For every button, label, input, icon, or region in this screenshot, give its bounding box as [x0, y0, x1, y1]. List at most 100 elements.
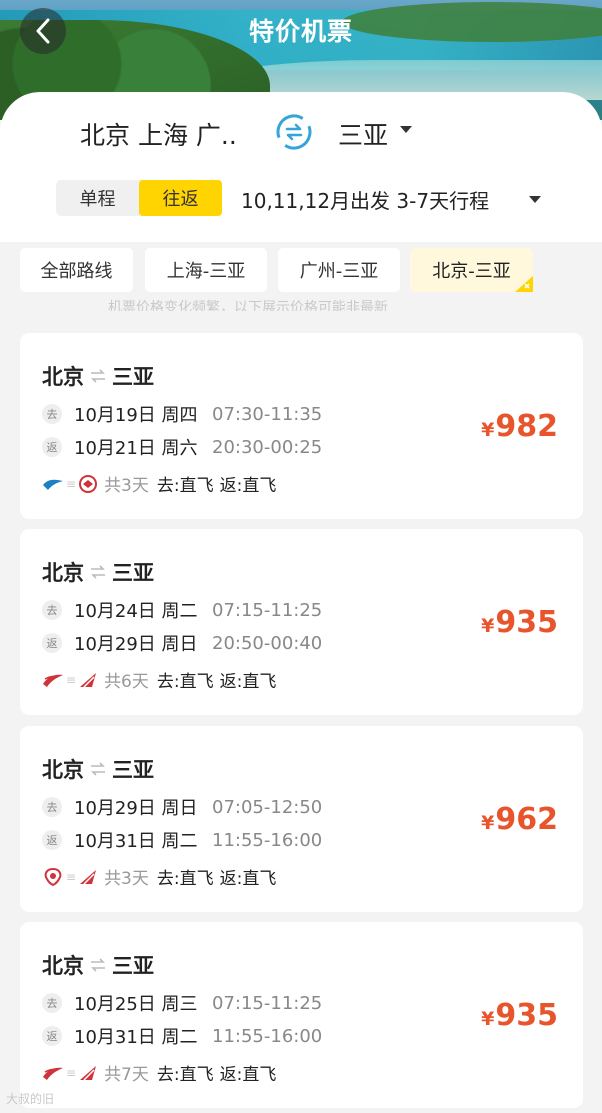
currency-symbol: ¥ — [481, 812, 495, 834]
price: ¥935 — [481, 998, 558, 1033]
departure-cities[interactable]: 北京 上海 广.. — [80, 116, 237, 152]
outbound-tag: 去 — [42, 993, 62, 1013]
outbound-type: 去:直飞 — [156, 1065, 214, 1085]
route-from: 北京 — [42, 561, 84, 585]
airline-info: ≡ 共7天 去:直飞 返:直飞 — [42, 1060, 276, 1085]
hainan-airlines-icon — [44, 867, 62, 886]
return-time: 11:55-16:00 — [212, 1025, 323, 1047]
one-way-option[interactable]: 单程 — [56, 180, 139, 216]
xiamen-airlines-icon — [43, 479, 63, 490]
outbound-type: 去:直飞 — [156, 672, 214, 692]
airline-logos: ≡ — [42, 474, 98, 494]
flight-card[interactable]: 北京 三亚 去 10月29日 周日 07:05-12:50 返 10月31日 周… — [20, 726, 583, 912]
separator-icon: ≡ — [66, 1065, 77, 1080]
trip-days: 共6天 — [104, 672, 149, 692]
airline-logos: ≡ — [42, 1064, 98, 1082]
airline-info: ≡ 共3天 去:直飞 返:直飞 — [42, 864, 276, 889]
return-type: 返:直飞 — [219, 672, 277, 692]
return-type: 返:直飞 — [219, 869, 277, 889]
watermark: 大叔的旧 — [6, 1092, 55, 1106]
round-trip-arrows-icon — [91, 565, 105, 579]
tab-all-routes[interactable]: 全部路线 — [20, 248, 133, 292]
trip-days: 共3天 — [104, 869, 149, 889]
airline-info: ≡ 共6天 去:直飞 返:直飞 — [42, 667, 276, 692]
outbound-date: 10月25日 周三 — [74, 994, 198, 1015]
price-value: 935 — [495, 605, 558, 640]
return-date: 10月31日 周二 — [74, 831, 198, 852]
tab-beijing-sanya[interactable]: 北京-三亚 — [410, 248, 533, 292]
price: ¥935 — [481, 605, 558, 640]
outbound-time: 07:05-12:50 — [212, 796, 323, 818]
shenzhen-airlines-icon — [80, 672, 97, 688]
return-date: 10月29日 周日 — [74, 634, 198, 655]
round-trip-option[interactable]: 往返 — [139, 180, 222, 216]
return-leg: 返 10月21日 周六 20:30-00:25 — [42, 434, 322, 460]
page-title: 特价机票 — [248, 17, 353, 46]
return-time: 11:55-16:00 — [212, 829, 323, 851]
outbound-date: 10月29日 周日 — [74, 798, 198, 819]
currency-symbol: ¥ — [481, 615, 495, 637]
round-trip-arrows-icon — [91, 369, 105, 383]
route-to: 三亚 — [112, 758, 154, 782]
outbound-type: 去:直飞 — [156, 476, 214, 496]
trip-type-toggle: 单程 往返 — [56, 180, 222, 216]
return-tag: 返 — [42, 633, 62, 653]
caret-down-icon[interactable] — [529, 196, 541, 204]
outbound-time: 07:30-11:35 — [212, 403, 323, 425]
route-from: 北京 — [42, 758, 84, 782]
caret-down-icon[interactable] — [400, 126, 412, 134]
route-from: 北京 — [42, 365, 84, 389]
outbound-type: 去:直飞 — [156, 869, 214, 889]
price-value: 982 — [495, 409, 558, 444]
flight-card[interactable]: 北京 三亚 去 10月24日 周二 07:15-11:25 返 10月29日 周… — [20, 529, 583, 715]
swap-icon[interactable] — [274, 112, 314, 152]
outbound-leg: 去 10月25日 周三 07:15-11:25 — [42, 990, 322, 1016]
return-date: 10月21日 周六 — [74, 438, 198, 459]
separator-icon: ≡ — [66, 672, 77, 687]
price-value: 962 — [495, 802, 558, 837]
card-route: 北京 三亚 — [42, 361, 154, 391]
route-to: 三亚 — [112, 561, 154, 585]
airline-logos: ≡ — [42, 671, 98, 689]
card-route: 北京 三亚 — [42, 754, 154, 784]
outbound-leg: 去 10月24日 周二 07:15-11:25 — [42, 597, 322, 623]
price: ¥962 — [481, 802, 558, 837]
return-tag: 返 — [42, 830, 62, 850]
outbound-tag: 去 — [42, 797, 62, 817]
return-type: 返:直飞 — [219, 476, 277, 496]
outbound-tag: 去 — [42, 404, 62, 424]
tab-label: 北京-三亚 — [432, 261, 511, 282]
card-route: 北京 三亚 — [42, 950, 154, 980]
shenzhen-airlines-icon — [80, 869, 97, 885]
card-route: 北京 三亚 — [42, 557, 154, 587]
trip-days: 共3天 — [104, 476, 149, 496]
return-leg: 返 10月31日 周二 11:55-16:00 — [42, 1023, 322, 1049]
outbound-tag: 去 — [42, 600, 62, 620]
outbound-leg: 去 10月29日 周日 07:05-12:50 — [42, 794, 322, 820]
trip-days: 共7天 — [104, 1065, 149, 1085]
outbound-date: 10月24日 周二 — [74, 601, 198, 622]
arrival-city[interactable]: 三亚 — [338, 116, 388, 152]
tab-guangzhou-sanya[interactable]: 广州-三亚 — [278, 248, 400, 292]
tab-shanghai-sanya[interactable]: 上海-三亚 — [145, 248, 267, 292]
selected-corner-icon — [515, 276, 533, 292]
outbound-time: 07:15-11:25 — [212, 599, 323, 621]
airline-logos: ≡ — [42, 867, 98, 887]
route-from: 北京 — [42, 954, 84, 978]
round-trip-arrows-icon — [91, 762, 105, 776]
flight-card[interactable]: 北京 三亚 去 10月25日 周三 07:15-11:25 返 10月31日 周… — [20, 922, 583, 1108]
date-filter[interactable]: 10,11,12月出发 3-7天行程 — [241, 185, 489, 214]
outbound-time: 07:15-11:25 — [212, 992, 323, 1014]
separator-icon: ≡ — [66, 476, 77, 491]
search-panel: 北京 上海 广.. 三亚 单程 往返 10,11,12月出发 3-7天行程 — [0, 92, 602, 242]
airline-info: ≡ 共3天 去:直飞 返:直飞 — [42, 471, 276, 496]
shanghai-airlines-icon — [43, 1067, 63, 1080]
return-time: 20:50-00:40 — [212, 632, 323, 654]
return-tag: 返 — [42, 1026, 62, 1046]
flight-card[interactable]: 北京 三亚 去 10月19日 周四 07:30-11:35 返 10月21日 周… — [20, 333, 583, 519]
currency-symbol: ¥ — [481, 419, 495, 441]
outbound-leg: 去 10月19日 周四 07:30-11:35 — [42, 401, 322, 427]
currency-symbol: ¥ — [481, 1008, 495, 1030]
return-date: 10月31日 周二 — [74, 1027, 198, 1048]
return-type: 返:直飞 — [219, 1065, 277, 1085]
